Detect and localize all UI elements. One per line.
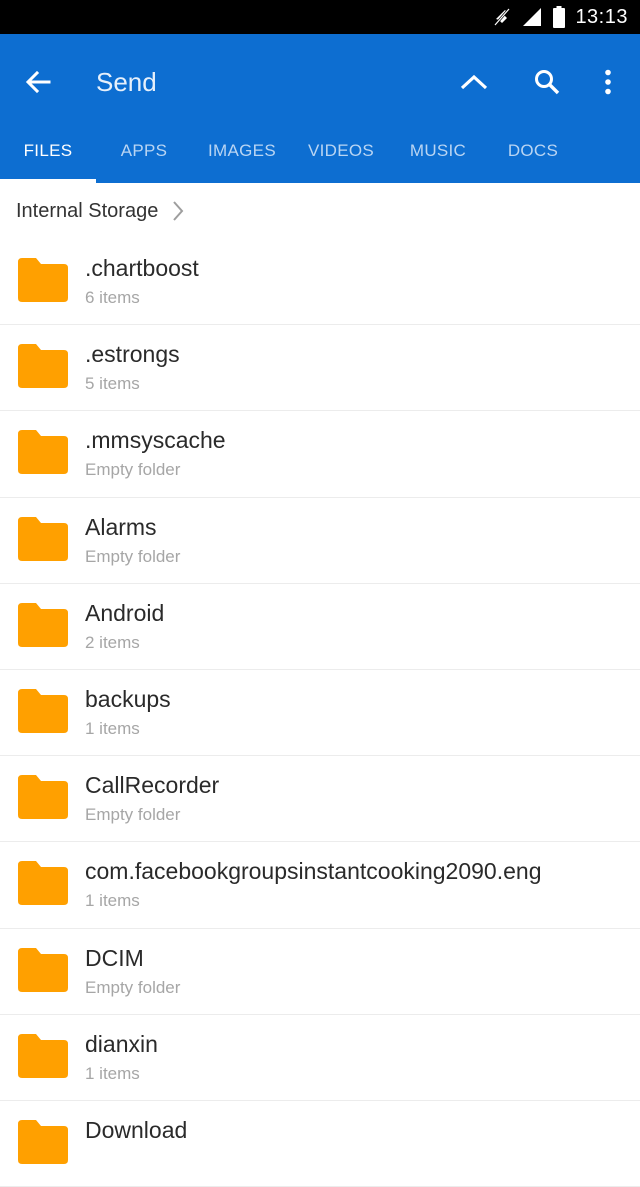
file-meta: 1 items: [85, 718, 140, 738]
list-item[interactable]: Download: [0, 1101, 640, 1187]
tab-videos[interactable]: VIDEOS: [292, 130, 390, 183]
file-name: .mmsyscache: [85, 427, 226, 454]
file-name: backups: [85, 685, 171, 712]
app-bar: Send FILES APPS IMAGES VIDEOS MUSIC DOCS: [0, 34, 640, 183]
tab-images[interactable]: IMAGES: [192, 130, 292, 183]
search-button[interactable]: [527, 64, 567, 100]
list-item[interactable]: com.facebookgroupsinstantcooking2090.eng…: [0, 842, 640, 929]
file-meta: 5 items: [85, 374, 140, 394]
tab-apps[interactable]: APPS: [96, 130, 192, 183]
folder-icon: [18, 344, 68, 389]
status-bar: 13:13: [0, 0, 640, 34]
folder-icon: [18, 516, 68, 561]
folder-icon: [18, 947, 68, 992]
file-name: Download: [85, 1116, 188, 1143]
more-options-button[interactable]: [590, 64, 626, 100]
list-item[interactable]: Alarms Empty folder: [0, 498, 640, 584]
tab-bar: FILES APPS IMAGES VIDEOS MUSIC DOCS: [0, 130, 640, 183]
breadcrumb: Internal Storage: [0, 183, 640, 239]
status-time: 13:13: [575, 5, 628, 28]
file-list: .chartboost 6 items .estrongs 5 items .mmsys…: [0, 239, 640, 1187]
list-item[interactable]: backups 1 items: [0, 670, 640, 757]
file-meta: 1 items: [85, 891, 140, 911]
more-vert-icon: [605, 69, 611, 95]
tab-files[interactable]: FILES: [0, 130, 96, 183]
file-name: .chartboost: [85, 255, 199, 281]
folder-icon: [18, 430, 68, 475]
list-item[interactable]: Android 2 items: [0, 584, 640, 670]
file-name: Alarms: [85, 513, 157, 540]
file-name: dianxin: [85, 1030, 158, 1057]
file-name: .estrongs: [85, 341, 180, 368]
signal-icon: [521, 7, 543, 27]
folder-icon: [18, 602, 68, 647]
back-button[interactable]: [18, 64, 58, 100]
file-name: DCIM: [85, 944, 144, 971]
collapse-button[interactable]: [454, 64, 494, 100]
page-title: Send: [96, 67, 157, 97]
tab-music[interactable]: MUSIC: [390, 130, 486, 183]
chevron-right-icon: [172, 200, 184, 222]
list-item[interactable]: dianxin 1 items: [0, 1015, 640, 1101]
file-meta: 1 items: [85, 1063, 140, 1083]
file-meta: 6 items: [85, 288, 140, 307]
file-meta: 2 items: [85, 632, 140, 652]
list-item[interactable]: .chartboost 6 items: [0, 239, 640, 326]
toolbar: Send: [0, 34, 640, 130]
folder-icon: [18, 1033, 68, 1078]
file-name: CallRecorder: [85, 772, 220, 799]
breadcrumb-internal-storage[interactable]: Internal Storage: [16, 200, 158, 223]
folder-icon: [18, 688, 68, 733]
folder-icon: [18, 775, 68, 820]
list-item[interactable]: .estrongs 5 items: [0, 325, 640, 412]
file-meta: Empty folder: [85, 805, 181, 825]
chevron-up-icon: [460, 74, 488, 90]
file-name: com.facebookgroupsinstantcooking2090.eng: [85, 858, 542, 885]
list-item[interactable]: .mmsyscache Empty folder: [0, 411, 640, 498]
list-item[interactable]: DCIM Empty folder: [0, 929, 640, 1015]
file-meta: Empty folder: [85, 977, 181, 997]
search-icon: [535, 70, 560, 95]
mute-icon: [493, 7, 511, 27]
list-item[interactable]: CallRecorder Empty folder: [0, 756, 640, 843]
folder-icon: [18, 1119, 68, 1164]
folder-icon: [18, 258, 68, 302]
battery-icon: [553, 6, 566, 28]
folder-icon: [18, 861, 68, 906]
back-arrow-icon: [25, 70, 51, 94]
file-name: Android: [85, 599, 165, 626]
file-meta: Empty folder: [85, 546, 181, 566]
file-meta: Empty folder: [85, 460, 181, 480]
tab-docs[interactable]: DOCS: [486, 130, 580, 183]
